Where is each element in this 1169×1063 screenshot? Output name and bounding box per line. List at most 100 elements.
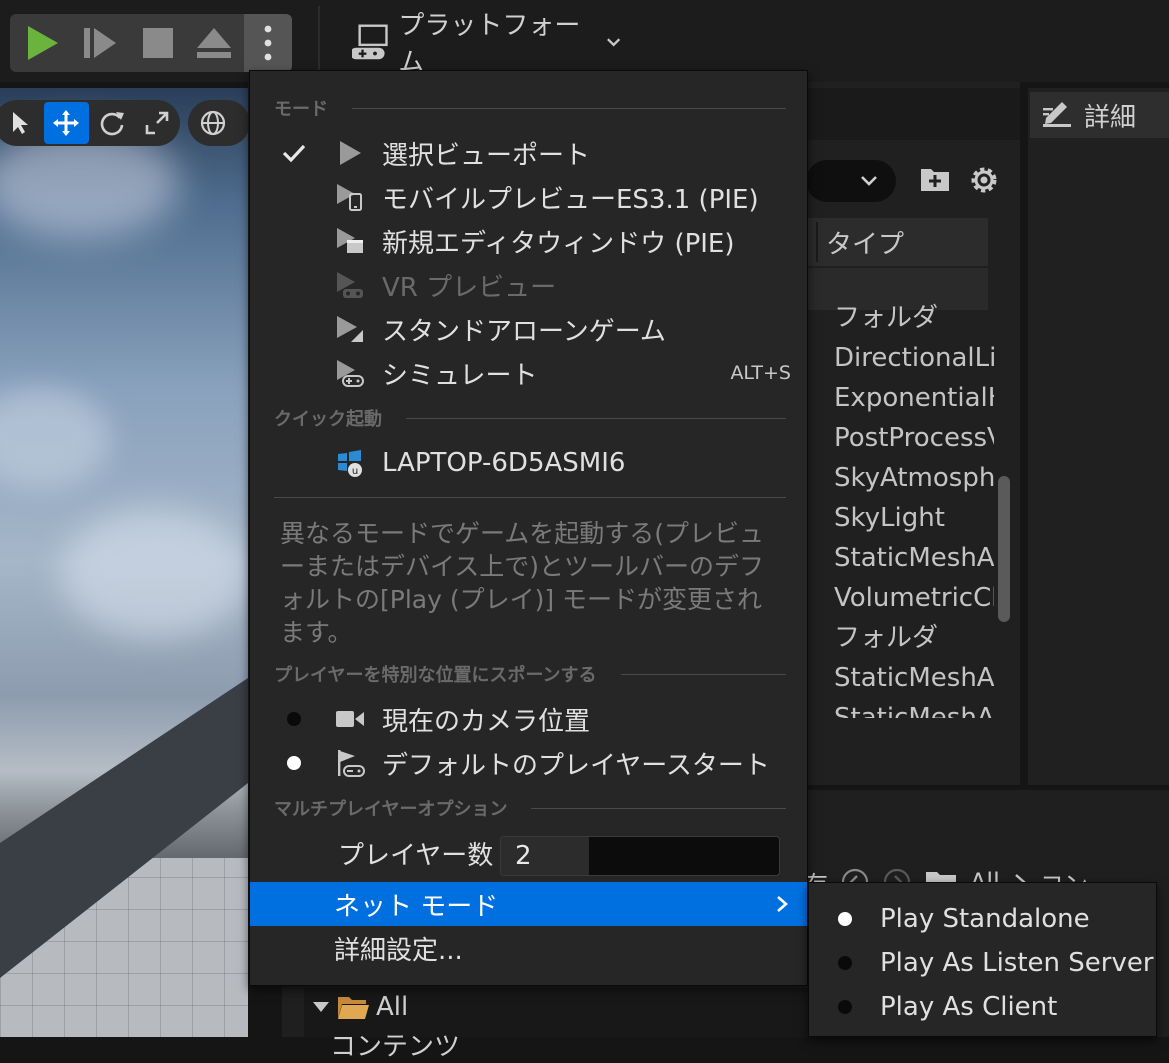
more-vertical-icon (264, 25, 272, 61)
translate-tool-button[interactable] (43, 102, 89, 144)
play-button[interactable] (14, 14, 70, 72)
rotate-icon (100, 112, 124, 136)
outliner-row[interactable]: PostProcessV (834, 418, 994, 458)
spawn-option-label: デフォルトのプレイヤースタート (382, 750, 770, 781)
section-multiplayer-header: マルチプレイヤーオプション (274, 793, 786, 823)
outliner-row[interactable]: SkyAtmosph (834, 458, 994, 498)
outliner-row[interactable]: SkyLight (834, 498, 994, 538)
coordinate-space-group (188, 100, 250, 146)
mode-item[interactable]: シミュレート ALT+S (250, 351, 807, 395)
stop-button[interactable] (130, 14, 186, 72)
outliner-filter-dropdown[interactable] (806, 160, 896, 202)
sky-cloud (0, 388, 110, 488)
outliner-row[interactable]: StaticMeshA (834, 538, 994, 578)
number-of-players-input[interactable]: 2 (500, 836, 780, 876)
spawn-option-item[interactable]: 現在のカメラ位置 (250, 697, 807, 741)
net-mode-option-label: Play As Listen Server (880, 948, 1154, 978)
viewport-toolbar (0, 100, 250, 146)
chevron-down-icon (861, 176, 877, 186)
platforms-button[interactable]: プラットフォーム (352, 11, 622, 78)
radio-dot-icon (838, 1000, 852, 1014)
world-space-button[interactable] (190, 102, 236, 144)
level-viewport[interactable] (0, 88, 248, 1037)
standalone-icon (334, 313, 366, 345)
mode-item[interactable]: 選択ビューポート (250, 131, 807, 175)
play-options-button[interactable] (244, 14, 292, 72)
gear-icon (971, 167, 997, 193)
outliner-row[interactable]: StaticMeshA (834, 658, 994, 698)
outliner-row[interactable]: ExponentialH (834, 378, 994, 418)
select-tool-button[interactable] (0, 102, 44, 144)
eject-icon (197, 28, 231, 58)
net-mode-label: ネット モード (334, 891, 499, 922)
platforms-label: プラットフォーム (398, 11, 581, 78)
chevron-right-icon (777, 896, 788, 912)
quick-launch-device-item[interactable]: u LAPTOP-6D5ASMI6 (250, 441, 807, 485)
tree-item-all[interactable]: All (312, 992, 408, 1022)
net-mode-submenu: Play Standalone Play As Listen Server Play… (808, 882, 1157, 1037)
outliner-row[interactable]: フォルダ (834, 618, 994, 658)
number-of-players-label: プレイヤー数 (338, 841, 494, 871)
mode-item-label: スタンドアローンゲーム (382, 316, 666, 347)
number-of-players-value: 2 (515, 841, 532, 871)
move-arrows-icon (53, 110, 80, 136)
details-edit-icon (1043, 102, 1071, 127)
scale-icon (145, 111, 169, 135)
mode-item[interactable]: 新規エディタウィンドウ (PIE) (250, 219, 807, 263)
mode-item[interactable]: スタンドアローンゲーム (250, 307, 807, 351)
mode-item-label: モバイルプレビューES3.1 (PIE) (382, 184, 759, 215)
net-mode-option[interactable]: Play As Listen Server (809, 941, 1156, 985)
column-divider[interactable] (816, 222, 818, 262)
net-mode-item[interactable]: ネット モード (250, 882, 807, 926)
column-type-header[interactable]: タイプ (826, 224, 904, 261)
play-icon (334, 137, 366, 169)
menu-divider (274, 497, 786, 498)
mode-item[interactable]: モバイルプレビューES3.1 (PIE) (250, 175, 807, 219)
mode-item-label: シミュレート (382, 360, 538, 391)
radio-dot-icon (838, 912, 852, 926)
net-mode-option[interactable]: Play As Client (809, 985, 1156, 1029)
radio-dot-icon (838, 956, 852, 970)
section-quick-launch-header: クイック起動 (274, 403, 786, 433)
sky-cloud (60, 508, 248, 638)
details-tab-label: 詳細 (1084, 102, 1137, 133)
scale-tool-button[interactable] (135, 102, 181, 144)
transform-tools (0, 100, 180, 146)
chevron-down-icon (606, 38, 620, 47)
outliner-row[interactable]: DirectionalLi (834, 338, 994, 378)
details-tab[interactable]: 詳細 (1030, 92, 1169, 138)
outliner-header (806, 88, 1020, 140)
eject-button[interactable] (186, 14, 242, 72)
camera-icon (334, 703, 366, 735)
mode-item[interactable]: VR プレビュー (250, 263, 807, 307)
tree-item-label: All (376, 992, 409, 1022)
advanced-settings-item[interactable]: 詳細設定... (250, 926, 807, 970)
mode-item-label: VR プレビュー (382, 272, 557, 303)
outliner-list: フォルダ DirectionalLi ExponentialH PostProcess… (834, 298, 994, 718)
advance-frame-button[interactable] (72, 14, 128, 72)
folder-open-icon (338, 997, 369, 1019)
spawn-option-item[interactable]: デフォルトのプレイヤースタート (250, 741, 807, 785)
add-folder-button[interactable] (918, 162, 952, 200)
net-mode-option[interactable]: Play Standalone (809, 897, 1156, 941)
rotate-tool-button[interactable] (89, 102, 135, 144)
outliner-row[interactable]: StaticMeshA (834, 698, 994, 718)
mobile-preview-icon (334, 181, 366, 213)
mode-description: 異なるモードでゲームを起動する(プレビューまたはデバイス上で)とツールバーのデフ… (280, 519, 765, 647)
platforms-gamepad-icon (352, 24, 388, 60)
outliner-settings-button[interactable] (966, 162, 1002, 202)
outliner-row[interactable]: VolumetricCl (834, 578, 994, 618)
toolbar-separator (318, 6, 320, 76)
play-controls (10, 14, 292, 72)
advanced-settings-label: 詳細設定... (334, 935, 463, 966)
play-options-menu: モード 選択ビューポート モバイルプレビューES3.1 (PIE) 新規エディタウィ… (249, 70, 808, 986)
tree-item-content[interactable]: コンテンツ (330, 1026, 460, 1063)
number-of-players-row: プレイヤー数 2 (250, 833, 807, 879)
radio-dot-icon (282, 712, 306, 726)
outliner-row[interactable]: フォルダ (834, 298, 994, 338)
windows-unreal-icon: u (334, 447, 366, 479)
outliner-scrollbar[interactable] (998, 476, 1010, 622)
section-spawn-header: プレイヤーを特別な位置にスポーンする (274, 659, 786, 689)
svg-text:u: u (352, 466, 358, 477)
tree-expand-icon (313, 1002, 329, 1012)
